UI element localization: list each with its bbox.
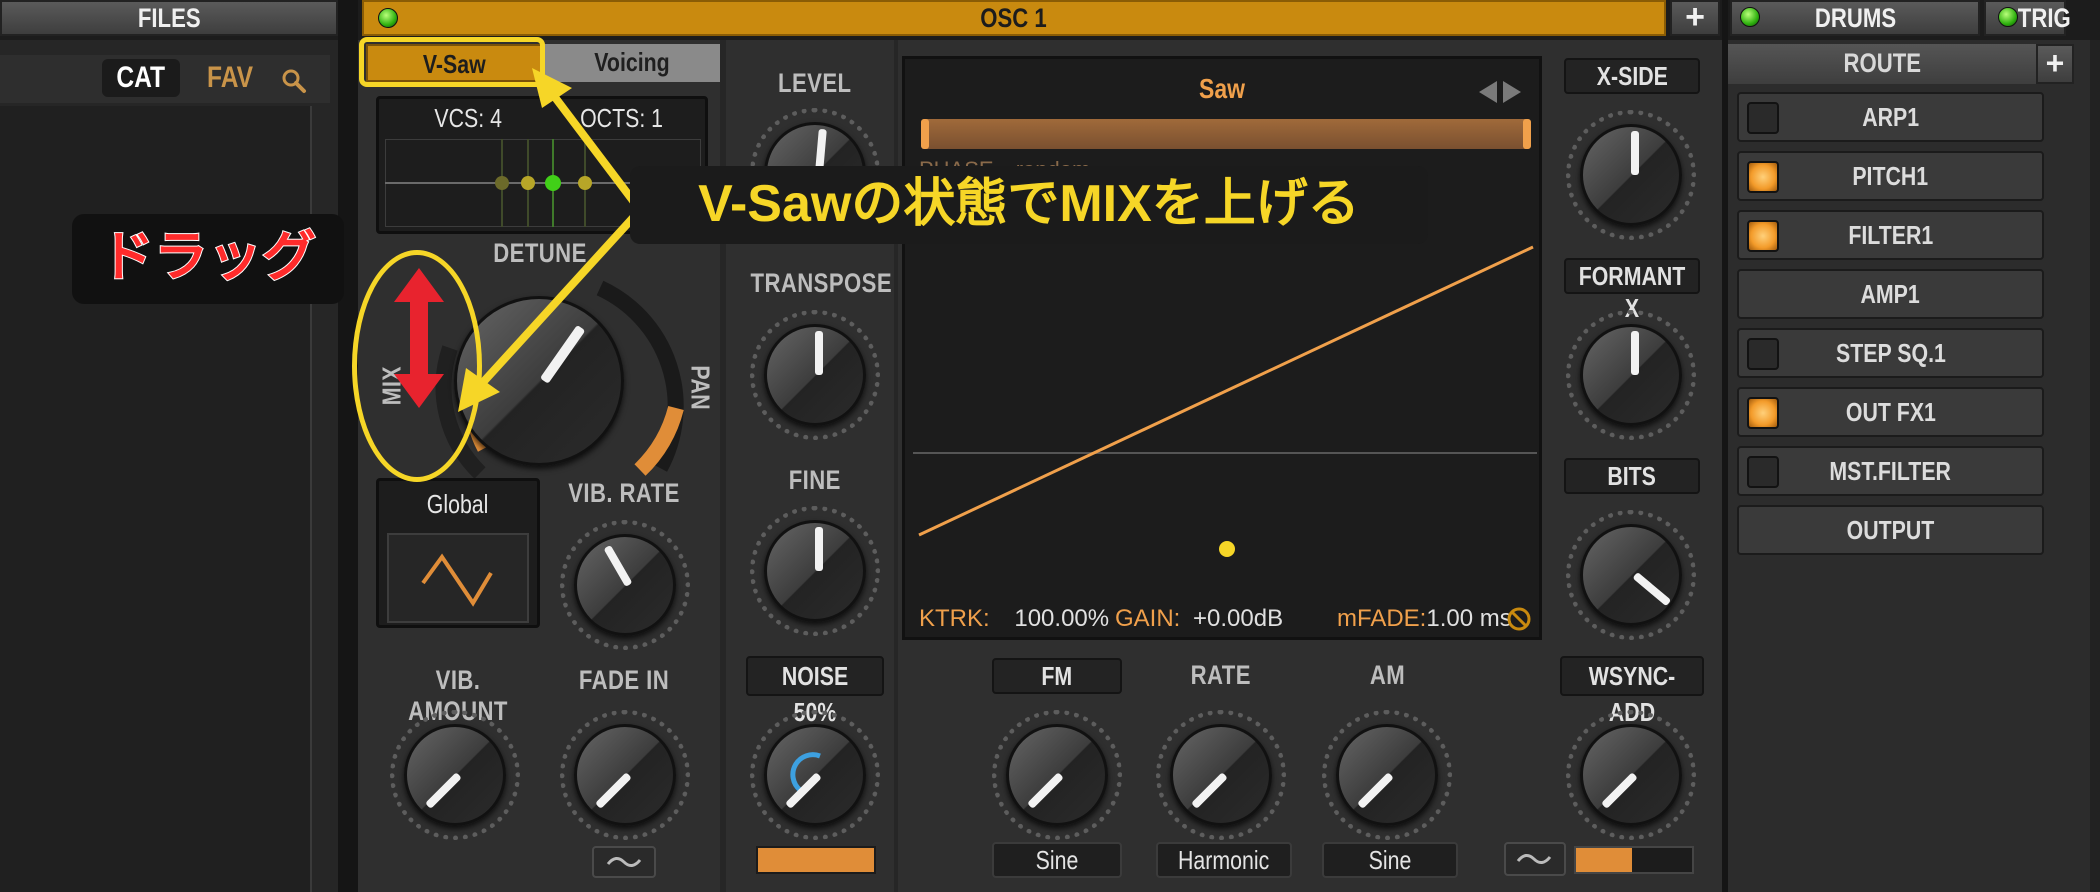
instruction-arrows (458, 68, 644, 412)
drag-arrow-icon (394, 268, 444, 408)
drag-callout: ドラッグ (72, 214, 344, 304)
instruction-callout: V-Sawの状態でMIXを上げる (630, 166, 1428, 244)
